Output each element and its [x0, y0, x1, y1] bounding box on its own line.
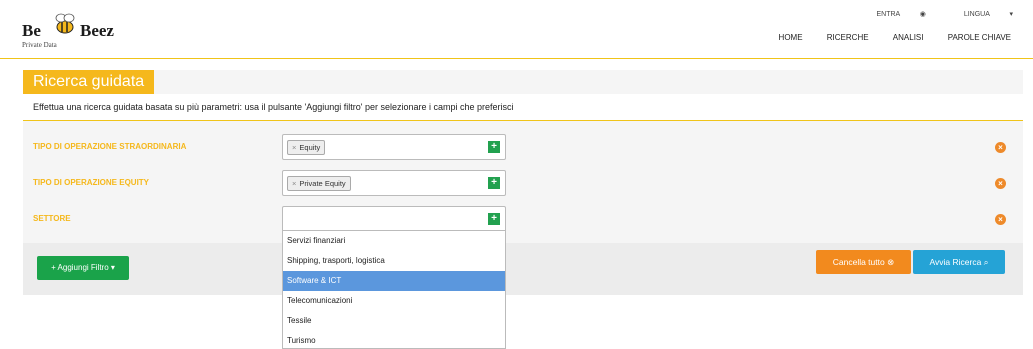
user-icon: ◉: [919, 11, 926, 18]
selected-tag[interactable]: × Equity: [287, 140, 326, 155]
top-links: ENTRA ◉ LINGUA ▾: [840, 10, 1013, 18]
dropdown-option[interactable]: Shipping, trasporti, logistica: [283, 251, 505, 271]
dropdown-option[interactable]: Turismo: [283, 331, 505, 348]
filter-select-equity[interactable]: × Private Equity +: [282, 170, 506, 196]
sector-dropdown-list[interactable]: Servizi finanziari Shipping, trasporti, …: [282, 230, 506, 349]
page-title: Ricerca guidata: [23, 70, 155, 94]
language-label: LINGUA: [963, 11, 990, 18]
start-search-button[interactable]: Avvia Ricerca ⌕: [913, 250, 1005, 274]
dropdown-option-highlighted[interactable]: Software & ICT: [283, 271, 505, 291]
tag-label: Equity: [299, 143, 321, 152]
filter-select-straordinaria[interactable]: × Equity +: [282, 134, 506, 160]
bee-icon: [55, 13, 75, 34]
remove-filter-button[interactable]: ×: [995, 142, 1006, 153]
caret-down-icon: ▾: [1009, 11, 1013, 18]
search-icon: ⌕: [983, 257, 989, 267]
login-link[interactable]: ENTRA ◉: [858, 11, 925, 18]
intro-text: Effettua una ricerca guidata basata su p…: [33, 102, 514, 112]
add-value-button[interactable]: +: [488, 213, 500, 225]
add-filter-button[interactable]: + Aggiungi Filtro ▾: [37, 256, 129, 280]
intro-text-box: Effettua una ricerca guidata basata su p…: [23, 94, 1023, 121]
main-nav: HOME RICERCHE ANALISI PAROLE CHIAVE: [757, 33, 1011, 42]
nav-parole-chiave[interactable]: PAROLE CHIAVE: [948, 33, 1011, 42]
add-value-button[interactable]: +: [488, 177, 500, 189]
cancel-all-button[interactable]: Cancella tutto ⊗: [816, 250, 911, 274]
add-filter-label: Aggiungi Filtro: [57, 263, 109, 272]
filter-label-settore: SETTORE: [33, 214, 71, 223]
cancel-all-label: Cancella tutto: [832, 257, 885, 267]
brand-tagline: Private Data: [22, 41, 57, 49]
header: Be Beez Private Data ENTRA ◉ LINGUA ▾ HO…: [0, 0, 1033, 59]
brand-name-left: Be: [22, 21, 41, 40]
clear-icon: ⊗: [887, 257, 895, 267]
plus-icon: +: [51, 263, 56, 272]
remove-filter-button[interactable]: ×: [995, 178, 1006, 189]
remove-tag-icon[interactable]: ×: [292, 179, 296, 188]
dropdown-option[interactable]: Servizi finanziari: [283, 231, 505, 251]
filter-select-settore[interactable]: +: [282, 206, 506, 232]
remove-filter-button[interactable]: ×: [995, 214, 1006, 225]
filter-label-equity: TIPO DI OPERAZIONE EQUITY: [33, 178, 150, 187]
nav-ricerche[interactable]: RICERCHE: [827, 33, 869, 42]
dropdown-option[interactable]: Telecomunicazioni: [283, 291, 505, 311]
tag-label: Private Equity: [299, 179, 346, 188]
selected-tag[interactable]: × Private Equity: [287, 176, 351, 191]
dropdown-option[interactable]: Tessile: [283, 311, 505, 331]
start-search-label: Avvia Ricerca: [929, 257, 982, 267]
caret-down-icon: ▾: [110, 263, 115, 272]
filter-label-straordinaria: TIPO DI OPERAZIONE STRAORDINARIA: [33, 142, 187, 151]
language-select[interactable]: LINGUA ▾: [946, 11, 1013, 18]
add-value-button[interactable]: +: [488, 141, 500, 153]
remove-tag-icon[interactable]: ×: [292, 143, 296, 152]
login-label: ENTRA: [876, 11, 900, 18]
brand-logo[interactable]: Be Beez Private Data: [22, 8, 132, 52]
nav-analisi[interactable]: ANALISI: [893, 33, 924, 42]
nav-home[interactable]: HOME: [779, 33, 803, 42]
brand-name-right: Beez: [80, 21, 114, 40]
